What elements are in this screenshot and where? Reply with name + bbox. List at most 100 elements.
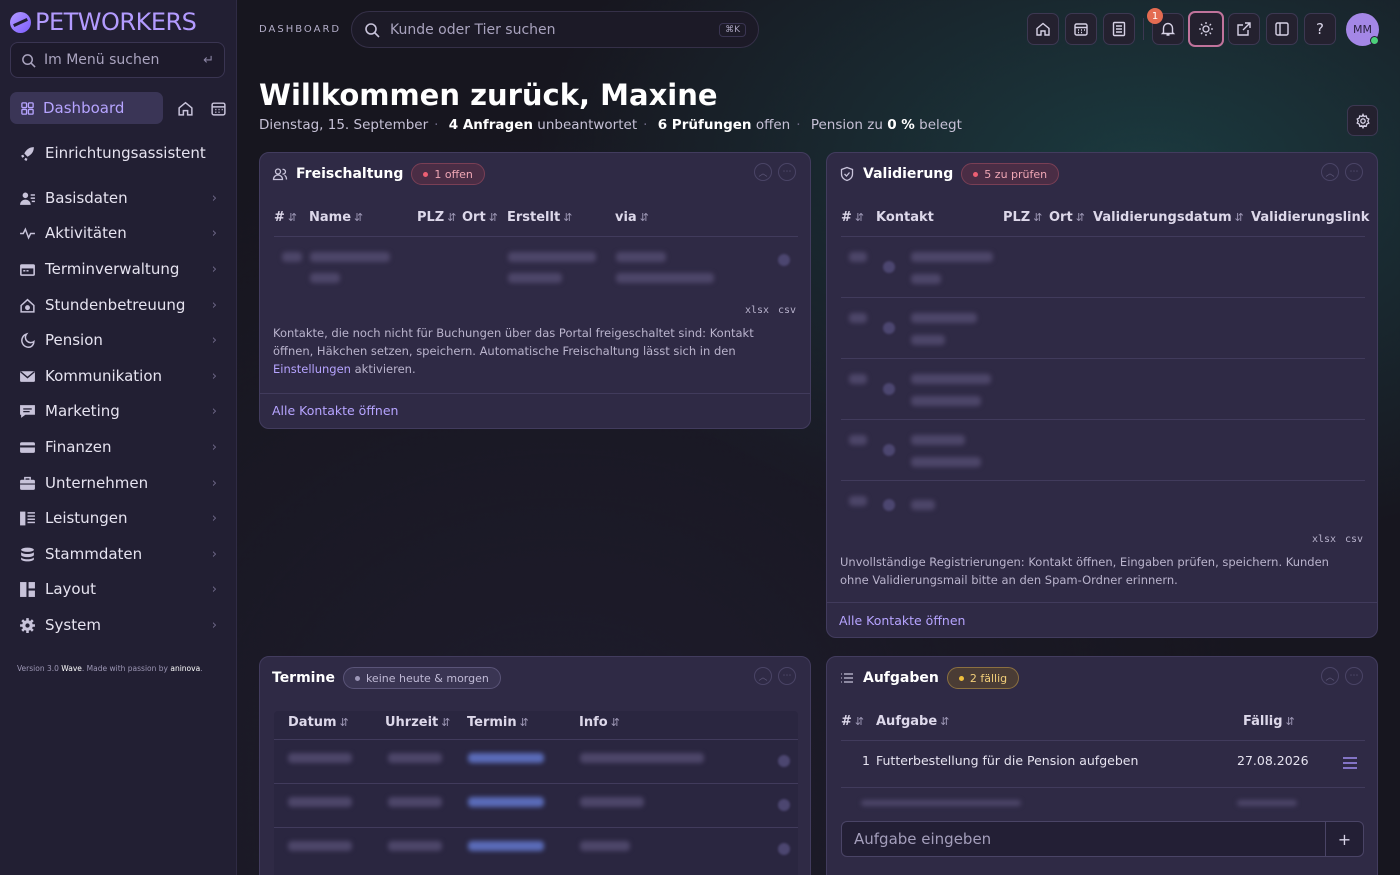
help-icon: ? — [1316, 20, 1324, 38]
notes-button[interactable] — [1103, 13, 1135, 45]
notification-badge: 1 — [1147, 8, 1163, 24]
column-header[interactable]: Datum ⇵ — [288, 715, 349, 730]
column-header[interactable]: Erstellt ⇵ — [507, 210, 572, 225]
home-icon[interactable] — [177, 100, 194, 117]
sidebar-item-pension[interactable]: Pension › — [10, 325, 225, 355]
sidebar-item-kommunikation[interactable]: Kommunikation › — [10, 361, 225, 391]
sidebar-item-layout[interactable]: Layout › — [10, 574, 225, 604]
breadcrumb: DASHBOARD — [259, 24, 342, 35]
column-header[interactable]: Info ⇵ — [579, 715, 620, 730]
sidebar-item-label: Marketing — [45, 402, 120, 420]
sidebar-item-aktivitaeten[interactable]: Aktivitäten › — [10, 218, 225, 248]
collapse-icon[interactable]: ︿ — [1321, 667, 1339, 685]
page-title: Willkommen zurück, Maxine — [259, 78, 718, 112]
export-xlsx-link[interactable]: xlsx — [1312, 534, 1336, 545]
card-controls: ︿ ⋯ — [754, 667, 796, 685]
global-search-placeholder: Kunde oder Tier suchen — [390, 21, 556, 38]
sidebar-item-system[interactable]: System › — [10, 610, 225, 640]
column-header[interactable]: # ⇵ — [841, 714, 864, 729]
drag-handle-icon[interactable]: ⋯ — [778, 163, 796, 181]
layout-icon — [19, 581, 36, 598]
notifications-button[interactable]: 1 — [1147, 8, 1184, 45]
rocket-icon — [19, 145, 36, 162]
column-header[interactable]: Ort ⇵ — [462, 210, 498, 225]
sidebar-toggle-button[interactable] — [1266, 13, 1298, 45]
column-header[interactable]: via ⇵ — [615, 210, 649, 225]
collapse-icon[interactable]: ︿ — [754, 163, 772, 181]
new-task-input[interactable] — [842, 822, 1325, 856]
panel-icon — [1274, 21, 1290, 37]
global-search-input[interactable]: Kunde oder Tier suchen ⌘K — [351, 11, 759, 48]
sidebar-item-label: Einrichtungsassistent — [45, 144, 206, 162]
sidebar-item-label: Pension — [45, 331, 103, 349]
column-header[interactable]: PLZ ⇵ — [417, 210, 456, 225]
help-button[interactable]: ? — [1304, 13, 1336, 45]
sidebar-item-dashboard[interactable]: Dashboard — [10, 92, 163, 124]
column-header[interactable]: # ⇵ — [841, 210, 864, 225]
sidebar-item-basisdaten[interactable]: Basisdaten › — [10, 183, 225, 213]
column-header[interactable]: Kontakt — [876, 210, 934, 225]
card-icon — [19, 439, 36, 456]
sidebar-item-leistungen[interactable]: Leistungen › — [10, 503, 225, 533]
column-header[interactable]: Termin ⇵ — [467, 715, 529, 730]
welcome-summary: Dienstag, 15. September · 4 Anfragen unbe… — [259, 117, 962, 133]
divider — [841, 787, 1365, 788]
document-list-icon — [1111, 21, 1127, 37]
brand-name: PETWORKERS — [35, 8, 197, 36]
users-icon — [19, 190, 36, 207]
open-all-contacts-link[interactable]: Alle Kontakte öffnen — [272, 403, 398, 418]
column-header[interactable]: Validierungslink — [1251, 210, 1369, 225]
dashboard-settings-button[interactable] — [1347, 105, 1378, 136]
brand-logo[interactable]: PETWORKERS — [10, 7, 197, 37]
open-all-contacts-link[interactable]: Alle Kontakte öffnen — [839, 613, 965, 628]
settings-link[interactable]: Einstellungen — [273, 362, 351, 376]
version-info: Version 3.0 Wave. Made with passion by a… — [17, 664, 203, 673]
sidebar-item-label: Dashboard — [43, 99, 125, 117]
sidebar-item-stundenbetreuung[interactable]: Stundenbetreuung › — [10, 290, 225, 320]
column-header[interactable]: Uhrzeit ⇵ — [385, 715, 451, 730]
collapse-icon[interactable]: ︿ — [754, 667, 772, 685]
menu-search-input[interactable]: Im Menü suchen ↵ — [10, 42, 225, 78]
column-header[interactable]: Name ⇵ — [309, 210, 363, 225]
export-csv-link[interactable]: csv — [778, 305, 796, 316]
sidebar-item-marketing[interactable]: Marketing › — [10, 396, 225, 426]
column-header[interactable]: Aufgabe ⇵ — [876, 714, 949, 729]
sidebar-item-unternehmen[interactable]: Unternehmen › — [10, 468, 225, 498]
avatar[interactable]: MM — [1346, 13, 1379, 46]
search-icon — [21, 53, 36, 68]
calendar-button[interactable] — [1065, 13, 1097, 45]
theme-toggle-button[interactable] — [1188, 11, 1224, 47]
drag-handle-icon[interactable]: ⋯ — [1345, 163, 1363, 181]
collapse-icon[interactable]: ︿ — [1321, 163, 1339, 181]
sidebar-item-wizard[interactable]: Einrichtungsassistent — [10, 138, 225, 168]
divider — [841, 480, 1365, 481]
open-external-button[interactable] — [1228, 13, 1260, 45]
column-header[interactable]: Ort ⇵ — [1049, 210, 1085, 225]
sidebar-item-terminverwaltung[interactable]: Terminverwaltung › — [10, 254, 225, 284]
drag-handle-icon[interactable]: ⋯ — [778, 667, 796, 685]
column-header[interactable]: PLZ ⇵ — [1003, 210, 1042, 225]
divider — [841, 236, 1365, 237]
sidebar-item-finanzen[interactable]: Finanzen › — [10, 432, 225, 462]
calendar-icon[interactable] — [210, 100, 227, 117]
new-task-field: + — [841, 821, 1364, 857]
shield-icon — [839, 166, 855, 182]
divider — [274, 236, 798, 237]
add-task-button[interactable]: + — [1325, 822, 1363, 856]
chevron-right-icon: › — [211, 332, 217, 348]
column-header[interactable]: Fällig ⇵ — [1243, 714, 1295, 729]
drag-handle-icon[interactable]: ⋯ — [1345, 667, 1363, 685]
gear-icon — [19, 617, 36, 634]
bell-icon — [1160, 21, 1176, 37]
home-pet-icon — [19, 297, 36, 314]
chevron-right-icon: › — [211, 297, 217, 313]
menu-icon[interactable] — [1341, 755, 1359, 771]
sidebar-item-stammdaten[interactable]: Stammdaten › — [10, 539, 225, 569]
list-icon — [839, 670, 855, 686]
home-button[interactable] — [1027, 13, 1059, 45]
export-csv-link[interactable]: csv — [1345, 534, 1363, 545]
column-header[interactable]: # ⇵ — [274, 210, 297, 225]
activity-icon — [19, 225, 36, 242]
export-xlsx-link[interactable]: xlsx — [745, 305, 769, 316]
column-header[interactable]: Validierungsdatum ⇵ — [1093, 210, 1244, 225]
